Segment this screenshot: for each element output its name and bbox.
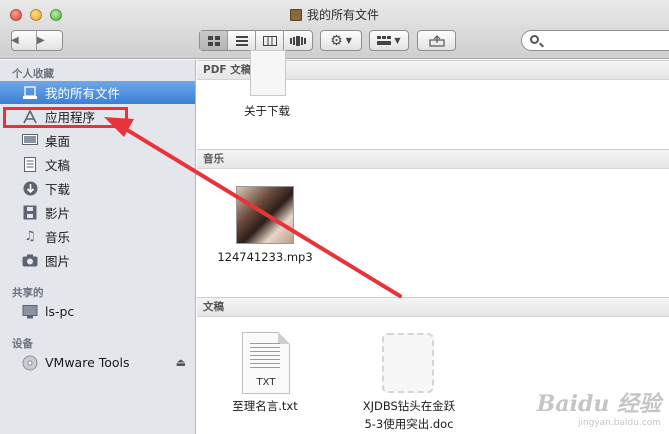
eject-icon[interactable]: ⏏ xyxy=(176,356,186,369)
pdf-document-icon[interactable] xyxy=(250,50,286,96)
text-lines-graphic xyxy=(250,343,280,371)
coverflow-view-icon xyxy=(289,35,306,46)
sidebar-item-ls-pc[interactable]: ls-pc xyxy=(0,300,195,323)
sidebar-item-pictures[interactable]: 图片 xyxy=(0,249,195,272)
sidebar-item-label: 我的所有文件 xyxy=(45,86,121,101)
search-field[interactable] xyxy=(521,30,669,51)
disc-icon xyxy=(21,355,39,371)
sidebar-item-label: 影片 xyxy=(45,206,71,221)
column-view-button[interactable] xyxy=(256,31,284,50)
arrange-menu-button[interactable]: ▼ xyxy=(369,30,409,51)
search-icon xyxy=(530,35,539,44)
desktop-icon xyxy=(21,133,39,149)
sidebar-item-music[interactable]: ♫ 音乐 xyxy=(0,225,195,248)
file-name-label[interactable]: XJDBS钻头在金跃 5-3使用突出.doc xyxy=(347,398,471,432)
share-icon xyxy=(428,34,445,47)
list-view-button[interactable] xyxy=(228,31,256,50)
shared-heading: 共享的 xyxy=(12,287,44,299)
section-header-music: 音乐 xyxy=(197,149,669,169)
file-name-label[interactable]: 关于下载 xyxy=(227,103,307,119)
chevron-right-icon: ▶ xyxy=(37,35,45,46)
doc-document-icon[interactable] xyxy=(382,333,434,393)
section-header-documents: 文稿 xyxy=(197,297,669,317)
chevron-left-icon: ◀ xyxy=(11,35,19,46)
music-icon: ♫ xyxy=(24,229,36,244)
txt-document-icon[interactable]: TXT xyxy=(242,332,290,394)
back-forward-group: ◀ ▶ xyxy=(11,30,63,51)
chevron-down-icon: ▼ xyxy=(345,36,352,45)
computer-icon xyxy=(21,304,39,320)
camera-icon xyxy=(21,253,39,269)
sidebar-item-label: VMware Tools xyxy=(45,355,130,370)
sidebar-item-label: 桌面 xyxy=(45,134,71,149)
forward-button[interactable]: ▶ xyxy=(37,31,63,50)
mp3-album-art-thumbnail[interactable] xyxy=(236,186,294,244)
sidebar-item-vmware-tools[interactable]: VMware Tools ⏏ xyxy=(0,351,195,374)
downloads-icon xyxy=(21,181,39,197)
arrange-icon xyxy=(377,36,392,45)
documents-icon xyxy=(21,157,39,173)
sidebar-item-label: ls-pc xyxy=(45,304,75,319)
icon-view-icon xyxy=(207,35,220,46)
sidebar-item-movies[interactable]: 影片 xyxy=(0,201,195,224)
list-view-icon xyxy=(235,35,248,46)
all-files-icon xyxy=(21,85,39,101)
share-button[interactable] xyxy=(417,30,456,51)
sidebar-item-label: 音乐 xyxy=(45,230,71,245)
annotation-highlight-box xyxy=(3,107,128,128)
favorites-heading: 个人收藏 xyxy=(12,68,54,80)
search-input[interactable] xyxy=(544,33,669,48)
watermark-logo: Baidu 经验 xyxy=(536,391,661,417)
file-name-label[interactable]: 124741233.mp3 xyxy=(205,250,325,264)
sidebar-item-all-my-files[interactable]: 我的所有文件 xyxy=(0,81,195,104)
sidebar-item-desktop[interactable]: 桌面 xyxy=(0,129,195,152)
devices-heading: 设备 xyxy=(12,338,33,350)
sidebar-item-label: 图片 xyxy=(45,254,71,269)
file-browser: PDF 文稿 关于下载 音乐 124741233.mp3 文稿 TXT 至理名言… xyxy=(197,50,669,434)
folder-icon xyxy=(289,9,302,21)
gear-icon: ⚙ xyxy=(330,32,343,49)
sidebar-item-downloads[interactable]: 下载 xyxy=(0,177,195,200)
file-name-label[interactable]: 至理名言.txt xyxy=(215,398,315,414)
watermark-url: jingyan.baidu.com xyxy=(577,418,661,428)
sidebar-item-label: 下载 xyxy=(45,182,71,197)
baidu-watermark: Baidu 经验 jingyan.baidu.com xyxy=(537,386,661,428)
sidebar-item-label: 文稿 xyxy=(45,158,71,173)
title-bar: 我的所有文件 ◀ ▶ ⚙ ▼ ▼ xyxy=(0,0,669,59)
action-menu-button[interactable]: ⚙ ▼ xyxy=(320,30,362,51)
movies-icon xyxy=(21,205,39,221)
column-view-icon xyxy=(262,35,277,46)
view-mode-group xyxy=(199,30,313,51)
chevron-down-icon: ▼ xyxy=(394,36,401,45)
file-type-badge: TXT xyxy=(256,377,276,388)
coverflow-view-button[interactable] xyxy=(284,31,312,50)
back-button[interactable]: ◀ xyxy=(11,31,37,50)
icon-view-button[interactable] xyxy=(200,31,228,50)
window-title: 我的所有文件 xyxy=(0,6,669,23)
sidebar-item-documents[interactable]: 文稿 xyxy=(0,153,195,176)
